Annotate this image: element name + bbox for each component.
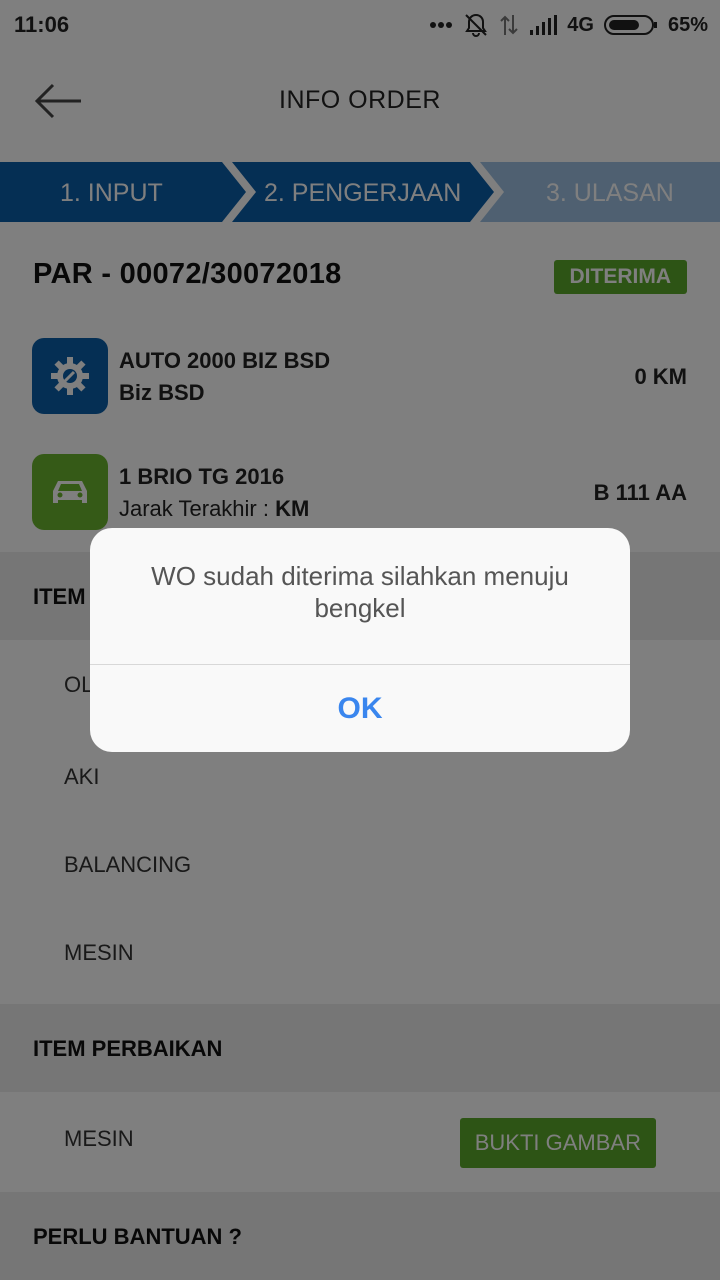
dialog-message: WO sudah diterima silahkan menuju bengke… — [151, 561, 569, 623]
ok-button[interactable]: OK — [90, 665, 630, 752]
alert-dialog: WO sudah diterima silahkan menuju bengke… — [90, 528, 630, 752]
